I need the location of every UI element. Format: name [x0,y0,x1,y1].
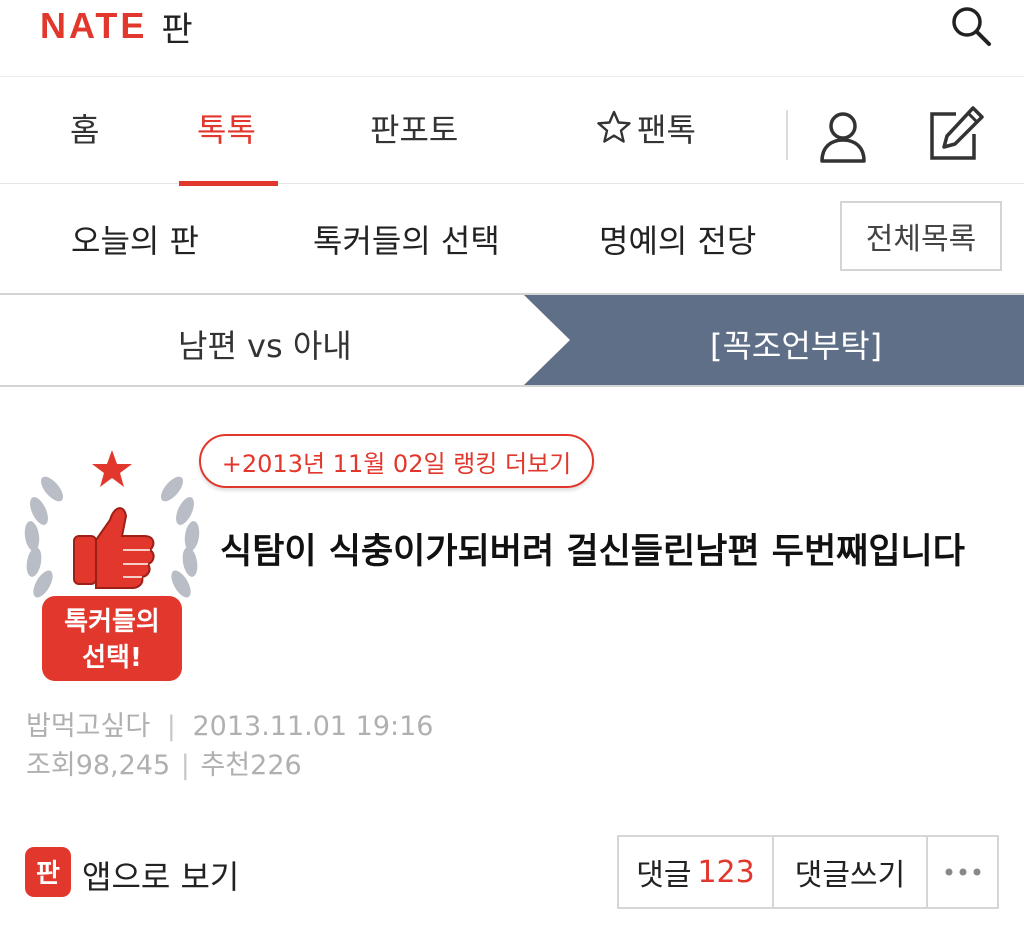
edit-icon[interactable] [926,104,986,164]
tab-pan-photo[interactable]: 판포토 [370,105,458,151]
tab-home[interactable]: 홈 [70,105,99,151]
recommend-count: 226 [250,750,302,781]
post-meta-author-date: 밥먹고싶다 | 2013.11.01 19:16 [26,704,433,743]
subnav-hall-of-fame[interactable]: 명예의 전당 [599,216,756,262]
more-button[interactable] [928,837,997,907]
sub-nav: 오늘의 판 톡커들의 선택 명예의 전당 전체목록 [0,184,1024,290]
comments-count: 123 [697,854,755,890]
svg-text:판: 판 [36,859,60,889]
badge-text-line2: 선택! [82,643,142,673]
write-comment-button[interactable]: 댓글쓰기 [774,837,928,907]
post-author[interactable]: 밥먹고싶다 [26,711,150,742]
comments-label: 댓글 [636,858,692,893]
post-actions: 댓글 123 댓글쓰기 [617,835,999,909]
view-in-app-link[interactable]: 앱으로 보기 [82,852,239,898]
search-icon[interactable] [946,2,996,50]
main-nav: 홈 톡톡 판포토 팬톡 [0,77,1024,186]
views-label: 조회 [26,750,76,781]
post-title: 식탐이 식충이가되버려 걸신들린남편 두번째입니다 [220,532,965,572]
views-count: 98,245 [75,750,171,781]
nav-divider [786,110,788,160]
logo-pan: 판 [161,9,193,50]
meta-separator: | [180,750,190,781]
breadcrumb-subcategory[interactable]: [꼭조언부탁] [710,321,882,367]
nate-pan-logo[interactable]: NATE 판 [40,4,193,50]
meta-separator: | [166,711,176,742]
pan-app-icon[interactable]: 판 [24,846,72,898]
star-icon [597,110,631,144]
more-dots-icon [945,868,980,876]
subnav-today-pan[interactable]: 오늘의 판 [71,216,199,262]
post-meta-stats: 조회98,245 | 추천226 [26,743,302,782]
comments-button[interactable]: 댓글 123 [619,837,774,907]
category-breadcrumb: 남편 vs 아내 [꼭조언부탁] [0,293,1024,387]
top-header: NATE 판 [0,0,1024,77]
subnav-talkers-choice[interactable]: 톡커들의 선택 [313,216,500,262]
logo-nate: NATE [40,5,148,46]
user-icon[interactable] [817,109,869,165]
post-date: 2013.11.01 19:16 [192,711,434,742]
ranking-more-link[interactable]: +2013년 11월 02일 랭킹 더보기 [199,434,594,488]
all-list-button[interactable]: 전체목록 [840,201,1002,271]
talkers-choice-badge: 톡커들의 선택! [22,444,202,684]
breadcrumb-category[interactable]: 남편 vs 아내 [178,321,352,367]
recommend-label: 추천 [200,750,251,781]
tab-toktok[interactable]: 톡톡 [197,105,256,151]
badge-text-line1: 톡커들의 [64,607,160,637]
tab-fantalk[interactable]: 팬톡 [637,105,696,151]
